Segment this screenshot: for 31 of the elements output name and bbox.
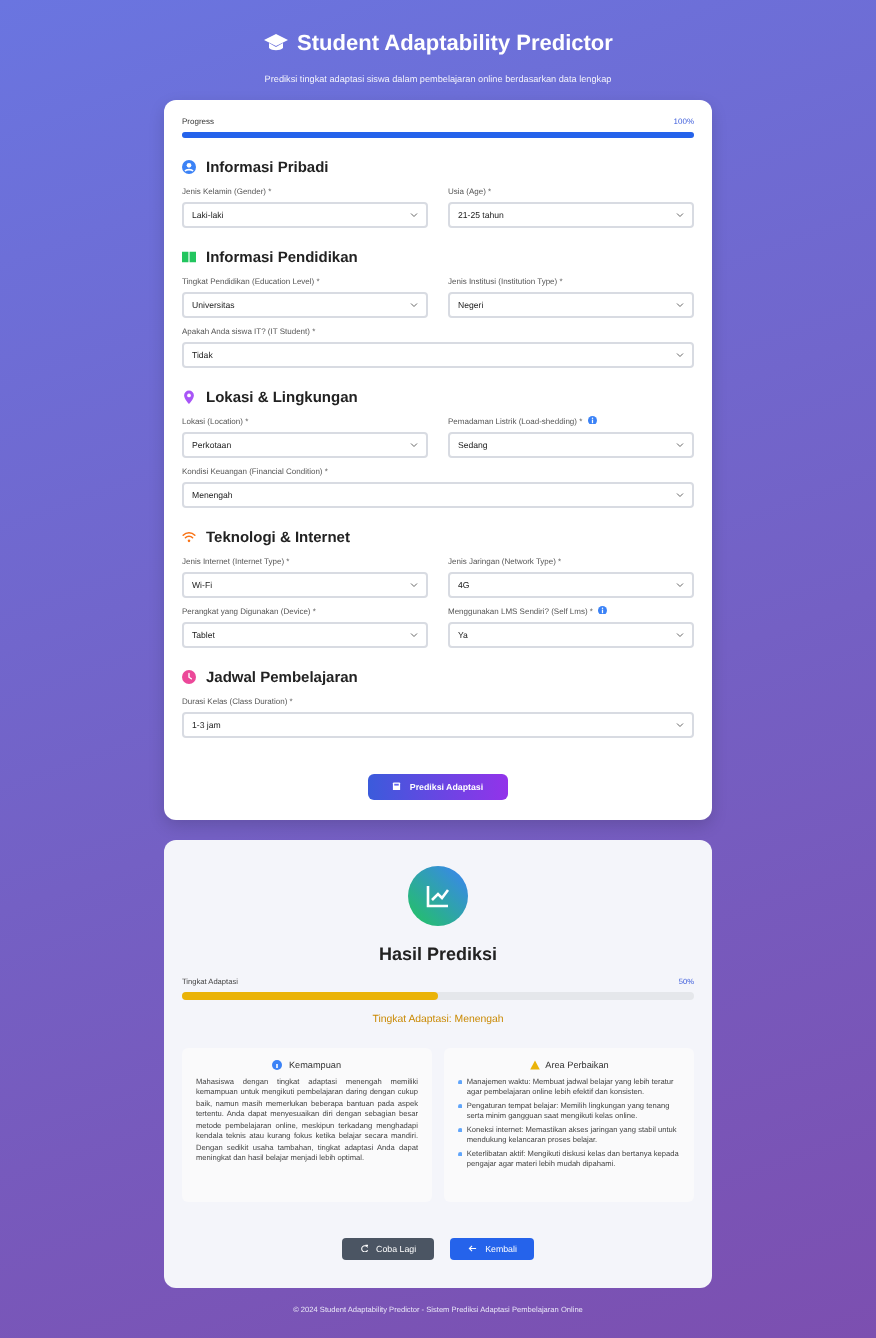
caret-icon bbox=[410, 211, 418, 217]
caret-icon bbox=[410, 631, 418, 637]
bullet-icon bbox=[458, 1079, 463, 1085]
graduation-cap-icon bbox=[263, 34, 288, 54]
caret-icon bbox=[410, 581, 418, 587]
caret-icon bbox=[676, 581, 684, 587]
bullet-icon bbox=[458, 1127, 463, 1133]
caret-icon bbox=[676, 721, 684, 727]
caret-icon bbox=[676, 441, 684, 447]
bullet-icon bbox=[458, 1103, 463, 1109]
caret-icon bbox=[410, 441, 418, 447]
caret-icon bbox=[676, 211, 684, 217]
caret-icon bbox=[676, 301, 684, 307]
location-pin-icon bbox=[182, 389, 196, 403]
result-title: Hasil Prediksi bbox=[376, 943, 500, 963]
app-title: Student Adaptability Predictor bbox=[297, 32, 613, 56]
book-icon bbox=[182, 249, 196, 263]
arrow-left-icon bbox=[468, 1243, 478, 1253]
caret-icon bbox=[676, 631, 684, 637]
user-icon bbox=[182, 159, 196, 173]
caret-icon bbox=[676, 491, 684, 497]
clock-icon bbox=[182, 669, 196, 683]
wifi-icon bbox=[182, 529, 196, 543]
caret-icon bbox=[410, 301, 418, 307]
calculator-icon bbox=[392, 781, 402, 791]
warning-icon bbox=[529, 1059, 540, 1069]
refresh-icon bbox=[359, 1243, 369, 1253]
info-icon bbox=[272, 1059, 283, 1069]
chart-icon bbox=[408, 865, 468, 925]
bullet-icon bbox=[458, 1151, 463, 1157]
caret-icon bbox=[676, 351, 684, 357]
